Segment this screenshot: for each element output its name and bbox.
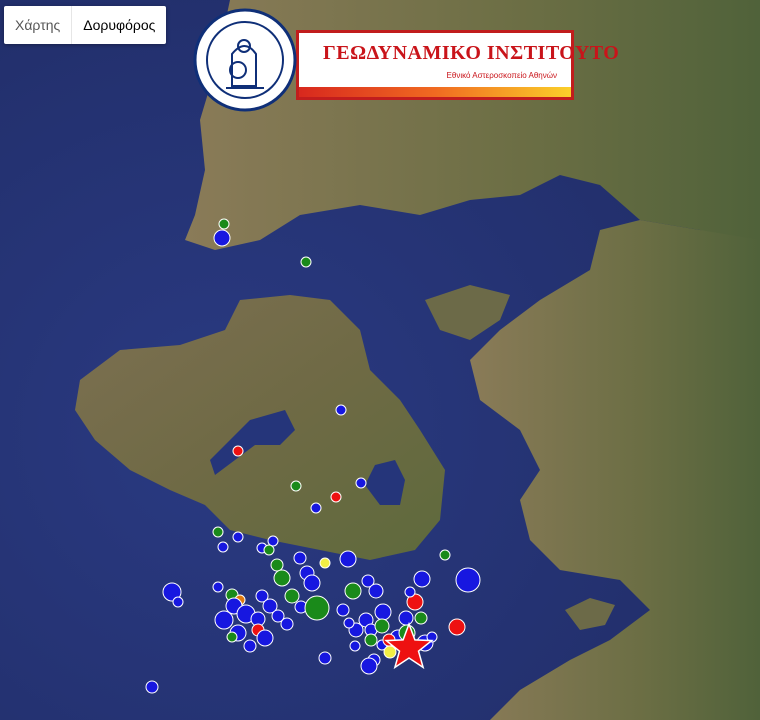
epicenter-marker-blue[interactable]	[374, 603, 392, 621]
epicenter-marker-blue[interactable]	[318, 651, 332, 665]
epicenter-marker-blue[interactable]	[349, 640, 361, 652]
epicenter-marker-red[interactable]	[232, 445, 244, 457]
epicenter-marker-blue[interactable]	[303, 574, 321, 592]
satellite-button[interactable]: Δορυφόρος	[72, 6, 166, 44]
epicenter-marker-blue[interactable]	[243, 639, 257, 653]
map-button[interactable]: Χάρτης	[4, 6, 71, 44]
epicenter-marker-green[interactable]	[263, 544, 275, 556]
epicenter-marker-green[interactable]	[364, 633, 378, 647]
epicenter-marker-green[interactable]	[284, 588, 300, 604]
satellite-map[interactable]	[0, 0, 760, 720]
epicenter-marker-green[interactable]	[304, 595, 330, 621]
epicenter-marker-green[interactable]	[212, 526, 224, 538]
epicenter-marker-green[interactable]	[273, 569, 291, 587]
epicenter-marker-red[interactable]	[448, 618, 466, 636]
epicenter-marker-blue[interactable]	[398, 610, 414, 626]
epicenter-marker-red[interactable]	[330, 491, 342, 503]
epicenter-marker-blue[interactable]	[335, 404, 347, 416]
epicenter-marker-blue[interactable]	[404, 586, 416, 598]
epicenter-marker-blue[interactable]	[310, 502, 322, 514]
epicenter-marker-blue[interactable]	[339, 550, 357, 568]
epicenter-marker-blue[interactable]	[213, 229, 231, 247]
epicenter-marker-green[interactable]	[290, 480, 302, 492]
epicenter-marker-yellow[interactable]	[319, 557, 331, 569]
epicenter-marker-blue[interactable]	[145, 680, 159, 694]
epicenter-marker-green[interactable]	[270, 558, 284, 572]
map-type-control: Χάρτης Δορυφόρος	[4, 6, 167, 44]
epicenter-marker-blue[interactable]	[214, 610, 234, 630]
epicenter-marker-green[interactable]	[374, 618, 390, 634]
epicenter-marker-blue[interactable]	[360, 657, 378, 675]
epicenter-marker-blue[interactable]	[343, 617, 355, 629]
epicenter-marker-green[interactable]	[226, 631, 238, 643]
epicenter-marker-green[interactable]	[439, 549, 451, 561]
banner-title: ΓΕΩΔΥΝΑΜΙΚΟ ΙΝΣΤΙΤΟΥΤΟ	[323, 42, 620, 64]
epicenter-marker-blue[interactable]	[232, 531, 244, 543]
epicenter-marker-blue[interactable]	[172, 596, 184, 608]
epicenter-marker-green[interactable]	[218, 218, 230, 230]
epicenter-marker-blue[interactable]	[368, 583, 384, 599]
epicenter-marker-green[interactable]	[344, 582, 362, 600]
epicenter-marker-green[interactable]	[414, 611, 428, 625]
observatory-seal-logo	[193, 8, 297, 112]
banner-color-bar	[299, 87, 571, 97]
epicenter-marker-blue[interactable]	[355, 477, 367, 489]
epicenter-marker-blue[interactable]	[267, 535, 279, 547]
epicenter-marker-blue[interactable]	[413, 570, 431, 588]
epicenter-marker-blue[interactable]	[455, 567, 481, 593]
institute-banner: ΓΕΩΔΥΝΑΜΙΚΟ ΙΝΣΤΙΤΟΥΤΟ Εθνικό Αστεροσκοπ…	[296, 30, 619, 100]
epicenter-marker-blue[interactable]	[256, 629, 274, 647]
epicenter-marker-blue[interactable]	[217, 541, 229, 553]
banner-subtitle: Εθνικό Αστεροσκοπείο Αθηνών	[446, 71, 557, 80]
epicenter-marker-blue[interactable]	[280, 617, 294, 631]
epicenter-marker-blue[interactable]	[336, 603, 350, 617]
epicenter-marker-blue[interactable]	[212, 581, 224, 593]
epicenter-marker-green[interactable]	[300, 256, 312, 268]
epicenter-marker-blue[interactable]	[293, 551, 307, 565]
